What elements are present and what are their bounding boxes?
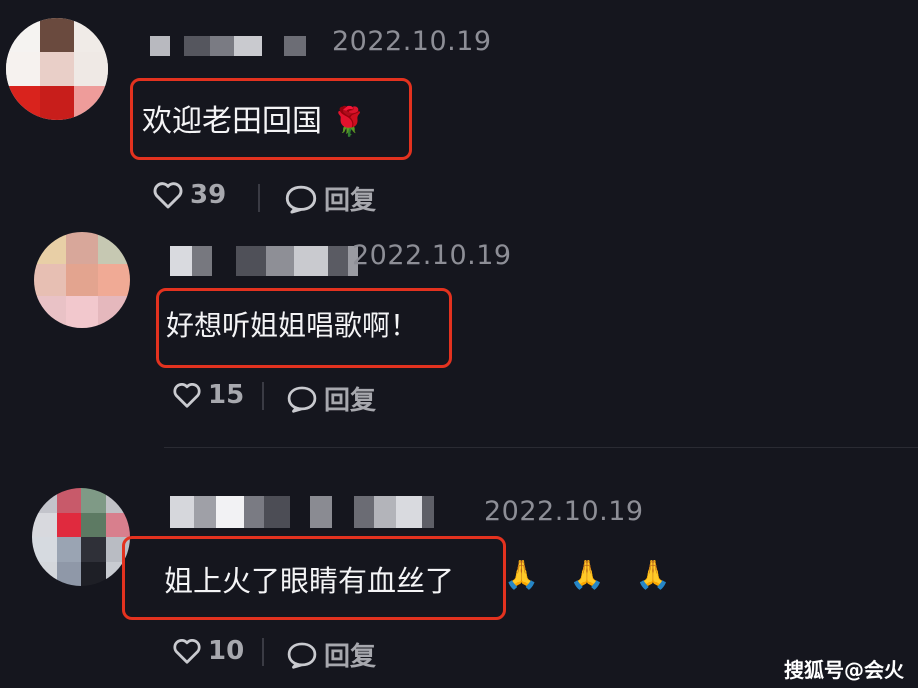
like-count: 15 [208,380,245,410]
comment-date: 2022.10.19 [332,26,492,57]
like-button[interactable]: 10 [172,636,244,666]
username-blurred[interactable] [170,496,434,528]
avatar[interactable] [32,488,130,586]
action-separator [262,382,264,410]
heart-icon [173,639,201,664]
speech-bubble-icon [285,185,317,214]
reply-label: 回复 [324,642,377,672]
reply-button[interactable]: 回复 [286,636,376,673]
rose-emoji: 🌹 [331,105,367,138]
comment-text: 欢迎老田回国 🌹 [142,104,367,139]
speech-bubble-icon [287,642,317,669]
action-separator [262,638,264,666]
heart-icon [153,182,183,209]
avatar[interactable] [6,18,108,120]
like-count: 10 [208,636,245,666]
like-button[interactable]: 15 [172,380,244,410]
divider [164,447,918,448]
avatar[interactable] [34,232,130,328]
comment-date: 2022.10.19 [352,240,512,271]
reply-button[interactable]: 回复 [286,380,376,417]
like-count: 39 [190,180,227,210]
action-separator [258,184,260,212]
watermark: 搜狐号@会火 [784,658,904,682]
reply-label: 回复 [324,386,377,416]
comment-text: 好想听姐姐唱歌啊！ [166,309,419,342]
comment-date: 2022.10.19 [484,496,644,527]
like-button[interactable]: 39 [152,180,226,210]
speech-bubble-icon [287,386,317,413]
reply-button[interactable]: 回复 [284,180,376,217]
username-blurred[interactable] [170,246,358,276]
pray-emoji: 🙏 🙏 🙏 [504,558,677,591]
reply-label: 回复 [324,186,377,216]
comment-text: 姐上火了眼睛有血丝了 [164,564,455,598]
username-blurred[interactable] [150,36,306,56]
heart-icon [173,383,201,408]
